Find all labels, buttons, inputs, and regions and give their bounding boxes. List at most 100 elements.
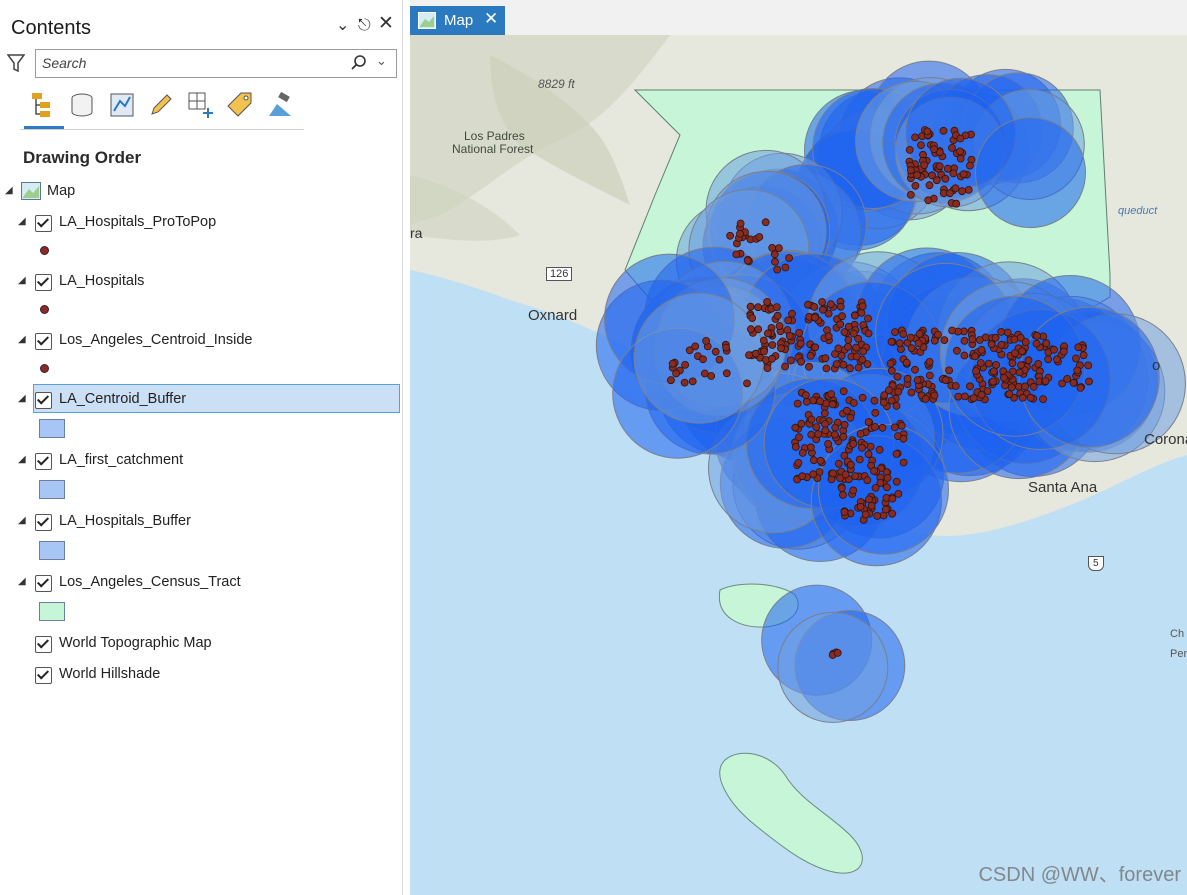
- hospital-point: [821, 354, 830, 363]
- expand-triangle-icon[interactable]: ◢: [18, 393, 26, 404]
- hospital-point: [1029, 382, 1038, 391]
- layer-visibility-checkbox[interactable]: [35, 636, 52, 653]
- hospital-point: [781, 362, 790, 371]
- list-by-snapping-icon[interactable]: [184, 88, 218, 122]
- list-by-perspective-imagery-icon[interactable]: [263, 88, 297, 122]
- hospital-point: [831, 423, 840, 432]
- list-by-labeling-icon[interactable]: [223, 88, 257, 122]
- point-symbol[interactable]: [40, 305, 49, 314]
- polygon-symbol[interactable]: [39, 541, 65, 560]
- search-input[interactable]: [36, 50, 332, 75]
- hospital-point: [1072, 354, 1080, 363]
- map-rendering[interactable]: [410, 35, 1187, 895]
- layer-visibility-checkbox[interactable]: [35, 333, 52, 350]
- hospital-point: [1000, 373, 1008, 382]
- hospital-point: [1041, 377, 1050, 386]
- layer-visibility-checkbox[interactable]: [35, 575, 52, 592]
- hospital-point: [1033, 331, 1041, 340]
- hospital-point: [850, 311, 859, 320]
- hospital-point: [824, 332, 833, 341]
- map-icon: [21, 182, 41, 205]
- hospital-point: [1069, 378, 1078, 387]
- hospital-point: [905, 146, 914, 154]
- hospital-point: [811, 343, 820, 352]
- hospital-point: [930, 391, 939, 400]
- layer-name-world-topographic-map[interactable]: World Topographic Map: [59, 635, 212, 651]
- layer-name-la-hospitals[interactable]: LA_Hospitals: [59, 273, 144, 289]
- polygon-symbol[interactable]: [39, 419, 65, 438]
- layer-visibility-checkbox[interactable]: [35, 215, 52, 232]
- layer-name-los-angeles-centroid-inside[interactable]: Los_Angeles_Centroid_Inside: [59, 332, 252, 348]
- polygon-symbol[interactable]: [39, 480, 65, 499]
- expand-triangle-icon[interactable]: ◢: [18, 275, 26, 286]
- layer-name-world-hillshade[interactable]: World Hillshade: [59, 666, 160, 682]
- layer-visibility-checkbox[interactable]: [35, 274, 52, 291]
- expand-triangle-icon[interactable]: ◢: [18, 216, 26, 227]
- layer-name-la-centroid-buffer[interactable]: LA_Centroid_Buffer: [59, 391, 186, 407]
- search-icon[interactable]: [350, 54, 368, 77]
- search-options-chevron-icon[interactable]: ⌄: [376, 53, 387, 69]
- expand-triangle-icon[interactable]: ◢: [18, 454, 26, 465]
- hospital-point: [887, 337, 896, 346]
- hospital-point: [921, 394, 930, 403]
- layer-name-la-first-catchment[interactable]: LA_first_catchment: [59, 452, 183, 468]
- expand-triangle-icon[interactable]: ◢: [18, 515, 26, 526]
- hospital-point: [1042, 339, 1051, 348]
- point-symbol[interactable]: [40, 246, 49, 255]
- expand-triangle-icon[interactable]: ◢: [18, 576, 26, 587]
- options-chevron-icon[interactable]: ⌄: [336, 16, 349, 36]
- map-canvas[interactable]: 8829 ft Los Padres National Forest ra 12…: [410, 35, 1187, 895]
- hospital-point: [1017, 361, 1025, 370]
- hospital-point: [960, 351, 969, 360]
- polygon-symbol[interactable]: [39, 602, 65, 621]
- point-symbol[interactable]: [40, 364, 49, 373]
- hospital-point: [925, 357, 934, 366]
- hospital-point: [761, 218, 770, 227]
- hospital-point: [785, 331, 794, 340]
- layer-visibility-checkbox[interactable]: [35, 392, 52, 409]
- layer-name-la-hospitals-buffer[interactable]: LA_Hospitals_Buffer: [59, 513, 191, 529]
- hospital-point: [763, 329, 772, 338]
- close-tab-icon[interactable]: ✕: [484, 9, 498, 29]
- contents-toolbar: [20, 88, 304, 132]
- hospital-point: [855, 455, 864, 464]
- list-by-editing-icon[interactable]: [144, 88, 178, 122]
- hospital-point: [772, 303, 781, 312]
- hospital-point: [798, 472, 807, 481]
- hospital-point: [837, 484, 846, 493]
- hospital-point: [911, 133, 920, 142]
- hospital-point: [809, 456, 818, 465]
- hospital-point: [865, 495, 873, 504]
- layer-name-los-angeles-census-tract[interactable]: Los_Angeles_Census_Tract: [59, 574, 241, 590]
- hospital-point: [873, 511, 882, 520]
- expand-triangle-icon[interactable]: ◢: [5, 185, 13, 196]
- layer-visibility-checkbox[interactable]: [35, 453, 52, 470]
- layer-visibility-checkbox[interactable]: [35, 667, 52, 684]
- hospital-point: [774, 244, 783, 253]
- hospital-point: [852, 352, 861, 361]
- tab-map[interactable]: Map ✕: [410, 6, 505, 35]
- map-node-label[interactable]: Map: [47, 183, 75, 199]
- hospital-point: [810, 302, 819, 311]
- hospital-point: [890, 423, 899, 432]
- hospital-point: [858, 393, 867, 402]
- hospital-point: [849, 486, 858, 495]
- layer-name-la-hospitals-protopop[interactable]: LA_Hospitals_ProToPop: [59, 214, 216, 230]
- hospital-point: [791, 423, 800, 432]
- filter-icon[interactable]: [6, 53, 26, 78]
- hospital-point: [751, 349, 760, 358]
- pin-icon[interactable]: ⎋: [358, 16, 371, 36]
- hospital-point: [796, 339, 805, 348]
- hospital-point: [906, 190, 915, 199]
- close-pane-icon[interactable]: ✕: [378, 14, 394, 34]
- list-by-drawing-order-icon[interactable]: [26, 88, 60, 122]
- layer-visibility-checkbox[interactable]: [35, 514, 52, 531]
- list-by-data-source-icon[interactable]: [65, 88, 99, 122]
- hospital-point: [797, 419, 806, 428]
- hospital-point: [818, 298, 827, 306]
- hospital-point: [833, 649, 842, 657]
- list-by-selection-icon[interactable]: [105, 88, 139, 122]
- expand-triangle-icon[interactable]: ◢: [18, 334, 26, 345]
- hospital-point: [771, 257, 779, 266]
- hospital-point: [871, 408, 880, 417]
